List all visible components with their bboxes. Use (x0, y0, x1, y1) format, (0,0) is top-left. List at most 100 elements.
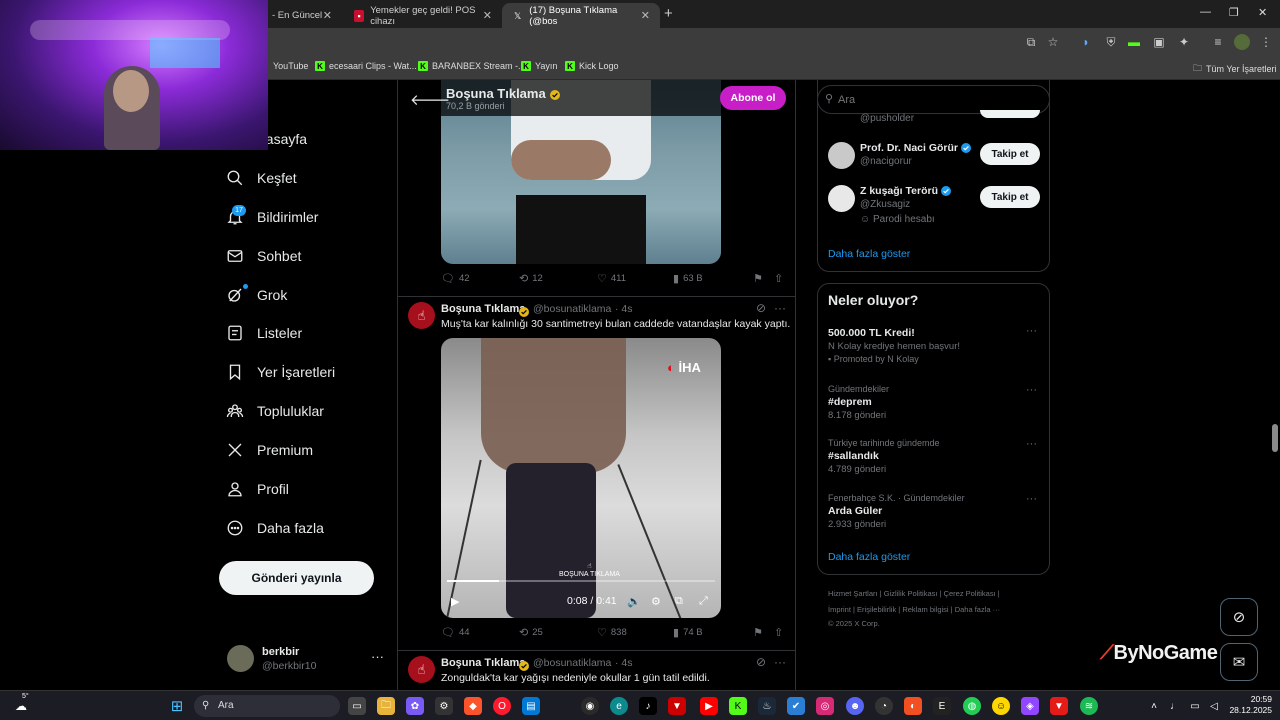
chrome-icon[interactable]: ◍ (963, 697, 981, 715)
avatar[interactable]: ☝ (408, 302, 435, 329)
nav-more[interactable]: Daha fazla (226, 516, 324, 540)
steam-icon[interactable]: ♨ (758, 697, 776, 715)
tiktok-icon[interactable]: ♪ (639, 697, 657, 715)
close-icon[interactable]: ✕ (641, 9, 650, 22)
share-button[interactable]: ⇧ (774, 272, 787, 285)
play-icon[interactable]: ▶ (451, 595, 459, 608)
nav-grok[interactable]: Grok (226, 283, 287, 307)
tab-pos-news[interactable]: ▪ Yemekler geç geldi! POS cihazı ✕ (344, 3, 502, 28)
youtube-icon[interactable]: ▶ (700, 697, 718, 715)
nav-communities[interactable]: Topluluklar (226, 399, 324, 423)
media-control-icon[interactable]: ≡ (1210, 34, 1226, 50)
bookmark-tweet-button[interactable]: ⚑ (753, 272, 767, 285)
trend-item[interactable]: Gündemdekiler #deprem 8.178 gönderi ··· (828, 384, 1043, 421)
tab-news[interactable]: - En Güncel ✕ (262, 3, 342, 28)
more-dots-icon[interactable]: ··· (1026, 384, 1037, 396)
restore-icon[interactable]: ❐ (1229, 6, 1239, 19)
kick-extension-icon[interactable]: ▬ (1126, 34, 1142, 50)
chevron-up-icon[interactable]: ˄ (1145, 697, 1163, 715)
install-app-icon[interactable]: ⧉ (1023, 34, 1039, 50)
opera-icon[interactable]: O (493, 697, 511, 715)
share-button[interactable]: ⇧ (774, 626, 787, 639)
picture-in-picture-icon[interactable]: ⧉ (675, 595, 683, 608)
follow-suggestion[interactable]: Z kuşağı Terörü @Zkusagiz ☺ Parodi hesab… (828, 185, 1043, 225)
trend-item[interactable]: Türkiye tarihinde gündemde #sallandık 4.… (828, 438, 1043, 475)
post-button[interactable]: Gönderi yayınla (219, 561, 374, 595)
tweet-author-name[interactable]: Boşuna Tıklama (441, 657, 525, 669)
back-arrow-icon[interactable]: 🡐 (410, 90, 450, 109)
tweet-author-name[interactable]: Boşuna Tıklama (441, 303, 525, 315)
nav-lists[interactable]: Listeler (226, 321, 302, 345)
app-icon[interactable]: ◉ (581, 697, 599, 715)
nav-chat[interactable]: Sohbet (226, 244, 301, 268)
more-dots-icon[interactable]: ··· (1026, 325, 1037, 337)
tweet-video[interactable]: ◐ İHA ☝ BOŞUNA TIKLAMA ▶ 0:08 / 0:41 🔊 ⚙ … (441, 338, 721, 618)
more-dots-icon[interactable]: ··· (774, 301, 786, 315)
volume-icon[interactable]: 🔊 (627, 595, 641, 608)
network-icon[interactable]: ▭ (1186, 697, 1204, 715)
snapchat-icon[interactable]: ☺ (992, 697, 1010, 715)
app-icon[interactable]: ◐ (904, 697, 922, 715)
app-icon[interactable]: ◈ (1021, 697, 1039, 715)
nav-explore[interactable]: Keşfet (226, 166, 297, 190)
settings-gear-icon[interactable]: ⚙ (651, 595, 661, 608)
close-icon[interactable]: ✕ (483, 9, 492, 22)
kick-icon[interactable]: K (729, 697, 747, 715)
footer-links[interactable]: Hizmet Şartları | Gizlilik Politikası | … (828, 589, 1000, 598)
shield-icon[interactable]: ⛨ (1103, 34, 1119, 50)
task-view-icon[interactable]: ▭ (348, 697, 366, 715)
new-tab-button[interactable]: + (664, 5, 673, 22)
app-icon[interactable]: ◔ (875, 697, 893, 715)
page-scrollbar[interactable] (1272, 424, 1278, 452)
bookmark-ecesaari[interactable]: Kecesaari Clips - Wat... (315, 61, 417, 71)
instagram-icon[interactable]: ◎ (816, 697, 834, 715)
discord-icon[interactable]: ☻ (846, 697, 864, 715)
profile-avatar-icon[interactable] (1234, 34, 1250, 50)
extension-icon[interactable]: ▣ (1151, 34, 1167, 50)
grok-analyze-icon[interactable]: ⊘ (756, 655, 766, 669)
app-icon[interactable]: ✔ (787, 697, 805, 715)
extension-icon[interactable]: ◗ (1078, 34, 1094, 50)
epic-games-icon[interactable]: E (933, 697, 951, 715)
taskbar-clock[interactable]: 20:59 28.12.2025 (1228, 694, 1272, 715)
copilot-icon[interactable]: ✿ (406, 697, 424, 715)
footer-links[interactable]: İmprint | Erişilebilirlik | Reklam bilgi… (828, 605, 1000, 614)
bookmark-star-icon[interactable]: ☆ (1045, 34, 1061, 50)
tweet-author-handle[interactable]: @bosunatiklama (533, 657, 611, 669)
views-button[interactable]: ▮ 63 B (673, 272, 703, 285)
trend-item[interactable]: Fenerbahçe S.K. · Gündemdekiler Arda Gül… (828, 493, 1043, 530)
tweet-time[interactable]: · 4s (615, 303, 633, 315)
bookmark-kick-logo[interactable]: K Kick Logo (565, 61, 619, 71)
edge-icon[interactable]: e (610, 697, 628, 715)
minimize-icon[interactable]: — (1200, 6, 1211, 18)
nav-bookmarks[interactable]: Yer İşaretleri (226, 360, 335, 384)
views-button[interactable]: ▮ 74 B (673, 626, 703, 639)
tab-x-profile[interactable]: 𝕏 (17) Boşuna Tıklama (@bos ✕ (502, 3, 660, 28)
like-button[interactable]: ♡ 411 (597, 272, 626, 285)
grok-float-button[interactable]: ⊘ (1220, 598, 1258, 636)
close-icon[interactable]: ✕ (323, 9, 332, 22)
fullscreen-icon[interactable]: ⤢ (699, 595, 708, 608)
repost-button[interactable]: ⟲ 25 (519, 626, 543, 639)
bookmark-yayin[interactable]: K Yayın (521, 61, 557, 71)
tweet-time[interactable]: · 4s (615, 657, 633, 669)
more-dots-icon[interactable]: ··· (1026, 438, 1037, 450)
repost-button[interactable]: ⟲ 12 (519, 272, 543, 285)
subscribe-button[interactable]: Abone ol (720, 86, 786, 110)
avatar[interactable]: ☝ (408, 656, 435, 683)
messages-float-button[interactable]: ✉ (1220, 643, 1258, 681)
more-dots-icon[interactable]: ··· (1026, 493, 1037, 505)
microphone-icon[interactable]: ♩ (1166, 697, 1184, 715)
menu-dots-icon[interactable]: ⋮ (1258, 34, 1274, 50)
like-button[interactable]: ♡ 838 (597, 626, 627, 639)
bookmark-baranbex[interactable]: K BARANBEX Stream -... (418, 61, 526, 71)
file-explorer-icon[interactable]: 🗀 (377, 697, 395, 715)
reply-button[interactable]: 🗨 44 (441, 626, 470, 639)
tweet-author-handle[interactable]: @bosunatiklama (533, 303, 611, 315)
follow-suggestion[interactable]: Prof. Dr. Naci Görür @nacigorur Takip et (828, 142, 1043, 182)
follow-button[interactable]: Takip et (980, 143, 1040, 165)
all-bookmarks[interactable]: 🗀 Tüm Yer İşaretleri (1193, 61, 1277, 77)
app-icon[interactable]: ▼ (668, 697, 686, 715)
more-dots-icon[interactable]: ··· (774, 655, 786, 669)
account-switcher[interactable]: berkbir @berkbir10 ··· (227, 645, 387, 675)
